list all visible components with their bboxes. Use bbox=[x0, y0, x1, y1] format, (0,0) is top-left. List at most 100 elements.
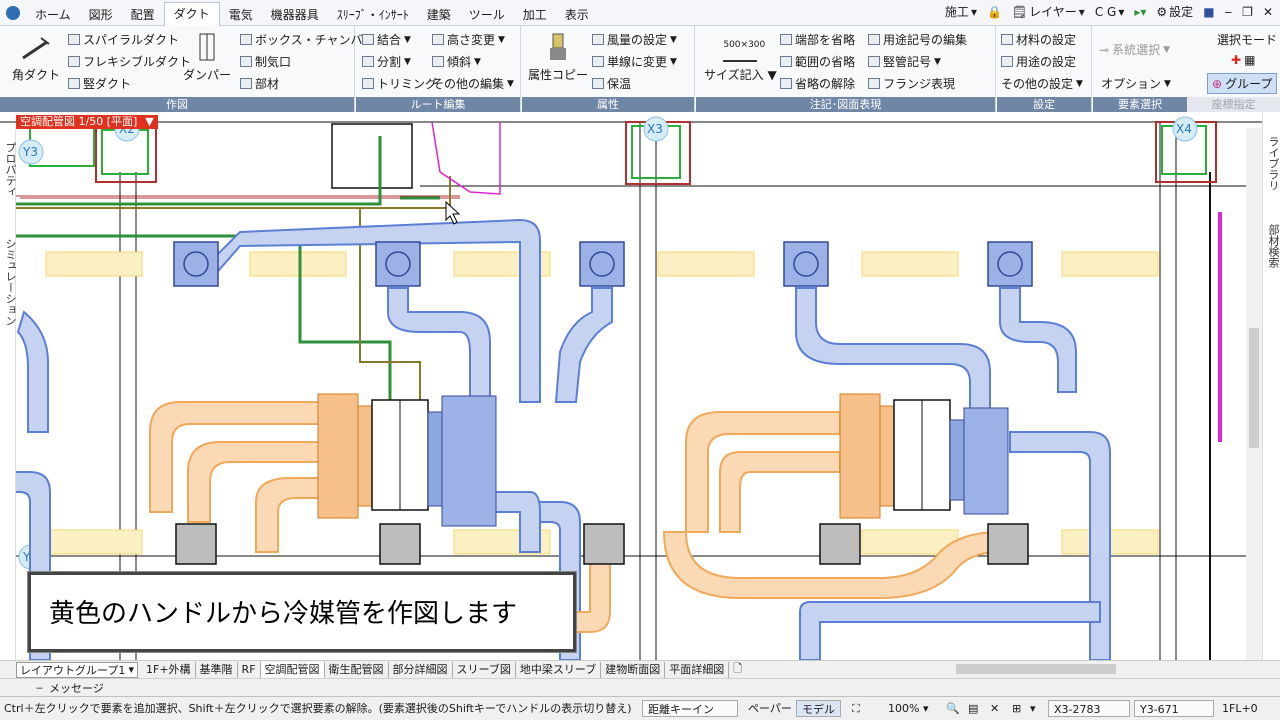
material-setting-button[interactable]: 材料の設定 bbox=[1001, 31, 1076, 48]
outlet-button[interactable]: 制気口 bbox=[240, 53, 291, 70]
collapse-message-icon[interactable]: ‒ bbox=[36, 681, 43, 694]
zoom-icon[interactable]: 🔍 bbox=[946, 700, 960, 717]
vertical-scroll-thumb[interactable] bbox=[1249, 328, 1259, 448]
layout-tab-8[interactable]: 建物断面図 bbox=[601, 661, 666, 678]
ortho-dropdown-icon[interactable]: ▾ bbox=[1030, 700, 1036, 717]
horizontal-scrollbar[interactable] bbox=[836, 662, 1246, 676]
osnap-icon[interactable]: ✕ bbox=[990, 700, 999, 717]
gear-icon: ⚙ bbox=[1156, 4, 1168, 19]
view-title-tab[interactable]: 空調配管図 1/50 [平面] ▼ bbox=[16, 115, 158, 129]
model-space-button[interactable]: モデル bbox=[796, 700, 841, 717]
settings-button[interactable]: ⚙ 設定 bbox=[1153, 3, 1196, 20]
horizontal-scroll-thumb[interactable] bbox=[956, 664, 1116, 674]
menu-tab-7[interactable]: 建築 bbox=[418, 4, 460, 26]
layout-group-select[interactable]: レイアウトグループ1 ▾ bbox=[16, 661, 138, 678]
layout-tab-6[interactable]: スリーブ図 bbox=[453, 661, 516, 678]
layout-tab-7[interactable]: 地中梁スリーブ bbox=[516, 661, 602, 678]
view-icon[interactable]: ▸▾ bbox=[1131, 5, 1149, 19]
parts-search-panel-tab[interactable]: 部材検索 bbox=[1265, 224, 1280, 268]
status-bar: Ctrl＋左クリックで要素を追加選択、Shift＋左クリックで選択要素の解除。(… bbox=[0, 696, 1280, 720]
size-label-button[interactable]: 500×300 サイズ記入 ▼ bbox=[704, 32, 777, 83]
fit-view-icon[interactable]: ⛶ bbox=[852, 700, 860, 717]
omit-end-button[interactable]: 端部を省略 bbox=[780, 31, 855, 48]
group-toggle-button[interactable]: ⊕ グループ bbox=[1207, 73, 1278, 94]
other-edit-button[interactable]: その他の編集 ▼ bbox=[432, 75, 514, 92]
cancel-omit-button[interactable]: 省略の解除 bbox=[780, 75, 855, 92]
spiral-duct-button[interactable]: スパイラルダクト bbox=[68, 31, 179, 48]
flexible-duct-button[interactable]: フレキシブルダクト bbox=[68, 53, 191, 70]
square-duct-button[interactable]: 角ダクト bbox=[12, 32, 60, 83]
other-setting-button[interactable]: その他の設定 ▼ bbox=[1001, 75, 1083, 92]
add-select-icon[interactable]: ✚ ▦ bbox=[1231, 53, 1255, 67]
ortho-icon[interactable]: ⊞ bbox=[1012, 700, 1021, 717]
damper-button[interactable]: ダンパー bbox=[183, 32, 231, 83]
layout-tab-4[interactable]: 衛生配管図 bbox=[325, 661, 389, 678]
parts-button[interactable]: 部材 bbox=[240, 75, 279, 92]
slope-button[interactable]: 傾斜 ▼ bbox=[432, 53, 481, 70]
menu-tab-1[interactable]: 図形 bbox=[80, 4, 122, 26]
library-panel-tab[interactable]: ライブラリ bbox=[1265, 136, 1280, 191]
vertical-duct-button[interactable]: 竪ダクト bbox=[68, 75, 131, 92]
menu-bar: ホーム 図形 配置 ダクト 電気 機器器具 ｽﾘｰﾌﾞ・ｲﾝｻｰﾄ 建築 ツール 加工 表示 施工 ▾… bbox=[0, 0, 1280, 26]
snap-grid-icon[interactable]: ▤ bbox=[968, 700, 978, 717]
attribute-copy-button[interactable]: 属性コピー bbox=[528, 32, 588, 83]
menu-tab-4[interactable]: 電気 bbox=[220, 4, 262, 26]
vertical-scrollbar[interactable] bbox=[1246, 128, 1262, 660]
layout-tab-9[interactable]: 平面詳細図 bbox=[665, 661, 730, 678]
layout-tab-1[interactable]: 基準階 bbox=[196, 661, 238, 678]
layout-tab-3[interactable]: 空調配管図 bbox=[260, 661, 325, 678]
message-bar: ‒ メッセージ bbox=[0, 678, 1280, 696]
insulation-button[interactable]: 保温 bbox=[592, 75, 631, 92]
new-layout-icon[interactable]: 🗋 bbox=[733, 660, 742, 679]
trim-button[interactable]: トリミング bbox=[362, 75, 437, 92]
option-button[interactable]: オプション ▼ bbox=[1101, 75, 1171, 92]
usage-symbol-button[interactable]: 用途記号の編集 bbox=[868, 31, 967, 48]
cg-button[interactable]: C G ▾ bbox=[1092, 5, 1128, 19]
menu-tab-3[interactable]: ダクト bbox=[163, 1, 220, 26]
lock-icon[interactable]: 🔒 bbox=[984, 5, 1005, 19]
menu-tab-2[interactable]: 配置 bbox=[122, 4, 164, 26]
layer-button[interactable]: 🗒 レイヤー ▾ bbox=[1009, 3, 1088, 20]
menu-tab-10[interactable]: 表示 bbox=[556, 4, 598, 26]
group-settings: 材料の設定 用途の設定 その他の設定 ▼ 設定 bbox=[997, 26, 1092, 112]
vertical-symbol-button[interactable]: 竪管記号 ▼ bbox=[868, 53, 941, 70]
save-icon[interactable]: ■ bbox=[1200, 5, 1217, 19]
flange-button[interactable]: フランジ表現 bbox=[868, 75, 955, 92]
group-draw: 角ダクト スパイラルダクト フレキシブルダクト 竪ダクト ダンパー ボックス・チ… bbox=[0, 26, 375, 112]
layout-tab-0[interactable]: 1F+外構 bbox=[142, 661, 196, 678]
flange-icon bbox=[868, 78, 880, 89]
right-panel-rail: ライブラリ 部材検索 bbox=[1262, 112, 1280, 660]
restore-button[interactable]: ❐ bbox=[1239, 5, 1256, 19]
menu-tab-9[interactable]: 加工 bbox=[514, 4, 556, 26]
app-menu-button[interactable] bbox=[0, 0, 26, 26]
y-coordinate: Y3-671 bbox=[1134, 700, 1214, 717]
caption-overlay: 黄色のハンドルから冷媒管を作図します bbox=[28, 572, 576, 652]
paper-space-button[interactable]: ペーパー bbox=[748, 700, 792, 717]
box-chamber-button[interactable]: ボックス・チャンバー bbox=[240, 31, 375, 48]
omit-range-button[interactable]: 範囲の省略 bbox=[780, 53, 855, 70]
split-button[interactable]: 分割 ▼ bbox=[362, 53, 411, 70]
minimize-button[interactable]: ‒ bbox=[1222, 5, 1236, 19]
menu-tab-8[interactable]: ツール bbox=[460, 4, 514, 26]
view-dropdown-icon[interactable]: ▼ bbox=[145, 115, 153, 129]
snap-mode-field[interactable]: 距離キーイン bbox=[642, 700, 738, 717]
airflow-setting-button[interactable]: 風量の設定 ▼ bbox=[592, 31, 677, 48]
simulation-panel-tab[interactable]: シミュレーション bbox=[2, 238, 18, 326]
usage-setting-button[interactable]: 用途の設定 bbox=[1001, 53, 1076, 70]
zoom-level[interactable]: 100% ▾ bbox=[888, 700, 928, 717]
menu-tab-5[interactable]: 機器器具 bbox=[262, 4, 328, 26]
menu-tab-0[interactable]: ホーム bbox=[26, 4, 80, 26]
single-line-button[interactable]: 単線に変更 ▼ bbox=[592, 53, 677, 70]
layout-tab-2[interactable]: RF bbox=[238, 661, 261, 678]
svg-text:Y3: Y3 bbox=[22, 145, 38, 159]
close-button[interactable]: ✕ bbox=[1260, 5, 1276, 19]
vertical-symbol-icon bbox=[868, 56, 880, 67]
layout-tab-5[interactable]: 部分詳細図 bbox=[389, 661, 453, 678]
properties-panel-tab[interactable]: プロパティ bbox=[2, 142, 18, 197]
system-select-button[interactable]: ⊸ 系統選択 ▼ bbox=[1099, 41, 1170, 58]
construction-menu[interactable]: 施工 ▾ bbox=[942, 3, 980, 20]
join-button[interactable]: 結合 ▼ bbox=[362, 31, 411, 48]
left-panel-rail: プロパティ シミュレーション bbox=[0, 130, 18, 660]
menu-tab-6[interactable]: ｽﾘｰﾌﾞ・ｲﾝｻｰﾄ bbox=[328, 4, 418, 26]
height-change-button[interactable]: 高さ変更 ▼ bbox=[432, 31, 505, 48]
